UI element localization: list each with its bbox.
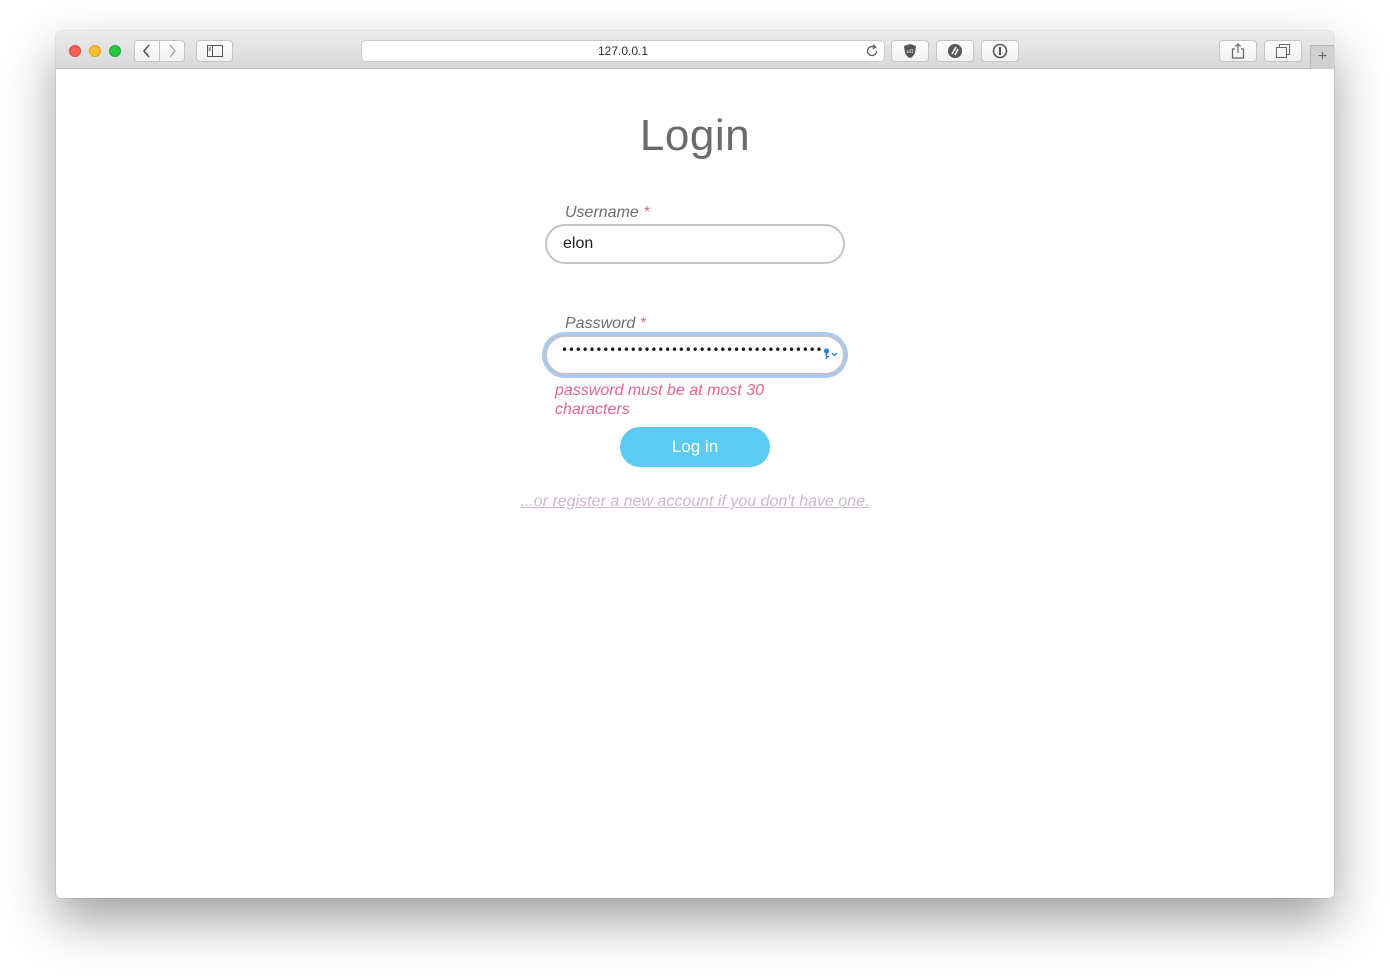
svg-text:uO: uO: [906, 49, 913, 55]
required-asterisk: *: [639, 315, 646, 332]
minimize-window-button[interactable]: [89, 45, 101, 57]
browser-toolbar: 127.0.0.1 uO +: [56, 31, 1334, 69]
sidebar-icon: [206, 45, 223, 57]
password-masked-value: ••••••••••••••••••••••••••••••••••••••••…: [561, 343, 823, 357]
new-tab-plus-icon: +: [1317, 48, 1328, 65]
share-button[interactable]: [1219, 40, 1257, 62]
grammarly-icon: [948, 44, 962, 58]
ublock-icon: uO: [904, 44, 916, 58]
url-text: 127.0.0.1: [597, 44, 649, 58]
username-value: elon: [563, 235, 594, 252]
password-manager-extension-button[interactable]: [981, 40, 1019, 62]
back-button[interactable]: [134, 40, 160, 62]
password-label-text: Password: [565, 315, 636, 332]
reload-icon[interactable]: [865, 44, 879, 58]
chevron-left-icon: [142, 44, 150, 58]
tabs-overview-icon: [1276, 44, 1290, 58]
sidebar-toggle-button[interactable]: [196, 40, 233, 62]
page-content: Login Username * elon Password * •••••••…: [56, 69, 1334, 898]
grammarly-extension-button[interactable]: [936, 40, 974, 62]
forward-button[interactable]: [159, 40, 185, 62]
username-label-text: Username: [565, 204, 639, 221]
password-input[interactable]: ••••••••••••••••••••••••••••••••••••••••…: [545, 335, 845, 375]
close-window-button[interactable]: [69, 45, 81, 57]
share-icon: [1231, 43, 1245, 59]
page-title: Login: [639, 111, 751, 160]
browser-window: 127.0.0.1 uO + Login Username * elon Pas…: [56, 31, 1334, 898]
ublock-extension-button[interactable]: uO: [891, 40, 929, 62]
register-link[interactable]: ...or register a new account if you don'…: [56, 493, 1334, 511]
login-button[interactable]: Log in: [620, 427, 770, 467]
required-asterisk: *: [643, 204, 650, 221]
password-label: Password *: [565, 315, 646, 333]
password-autofill-key-icon[interactable]: [823, 348, 839, 360]
new-tab-button[interactable]: +: [1310, 45, 1334, 69]
maximize-window-button[interactable]: [109, 45, 121, 57]
tab-overview-button[interactable]: [1264, 40, 1302, 62]
address-bar[interactable]: 127.0.0.1: [361, 40, 885, 62]
1password-icon: [992, 43, 1008, 59]
username-input[interactable]: elon: [545, 224, 845, 264]
username-label: Username *: [565, 204, 650, 222]
password-error-message: password must be at most 30 characters: [555, 382, 764, 418]
chevron-right-icon: [169, 44, 177, 58]
